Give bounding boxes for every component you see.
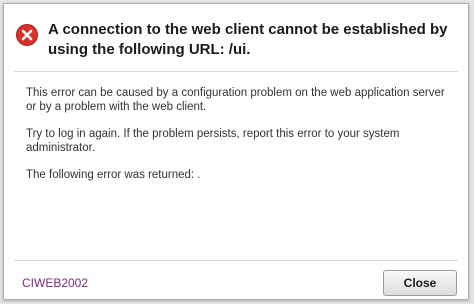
message-returned-error: The following error was returned: . (26, 169, 201, 181)
header-divider (14, 71, 458, 72)
dialog-title: A connection to the web client cannot be… (48, 21, 448, 58)
error-code: CIWEB2002 (22, 276, 89, 290)
message-instruction: Try to log in again. If the problem pers… (26, 128, 400, 154)
dialog-header: A connection to the web client cannot be… (4, 4, 468, 70)
close-button[interactable]: Close (383, 270, 457, 296)
message-cause: This error can be caused by a configurat… (26, 87, 445, 113)
dialog-message: This error can be caused by a configurat… (26, 86, 454, 195)
error-icon (16, 24, 38, 46)
error-dialog: A connection to the web client cannot be… (3, 3, 469, 300)
footer-divider (14, 260, 458, 261)
